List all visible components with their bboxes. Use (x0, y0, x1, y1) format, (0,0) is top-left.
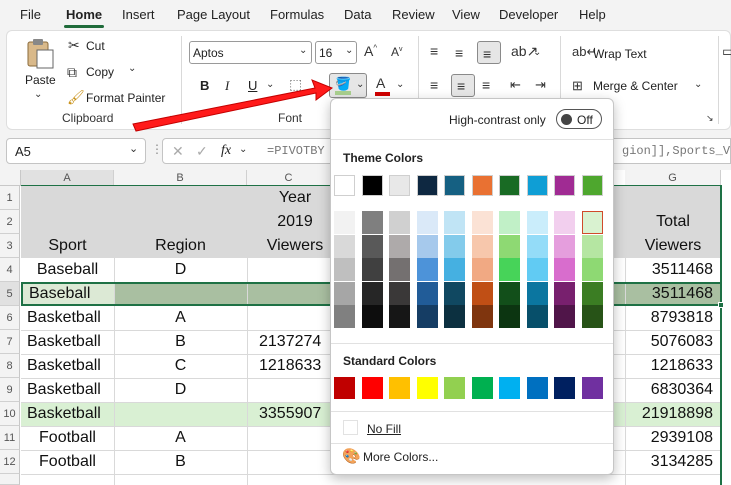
red-arrow-annotation (132, 79, 334, 132)
red-arrow (132, 79, 334, 132)
